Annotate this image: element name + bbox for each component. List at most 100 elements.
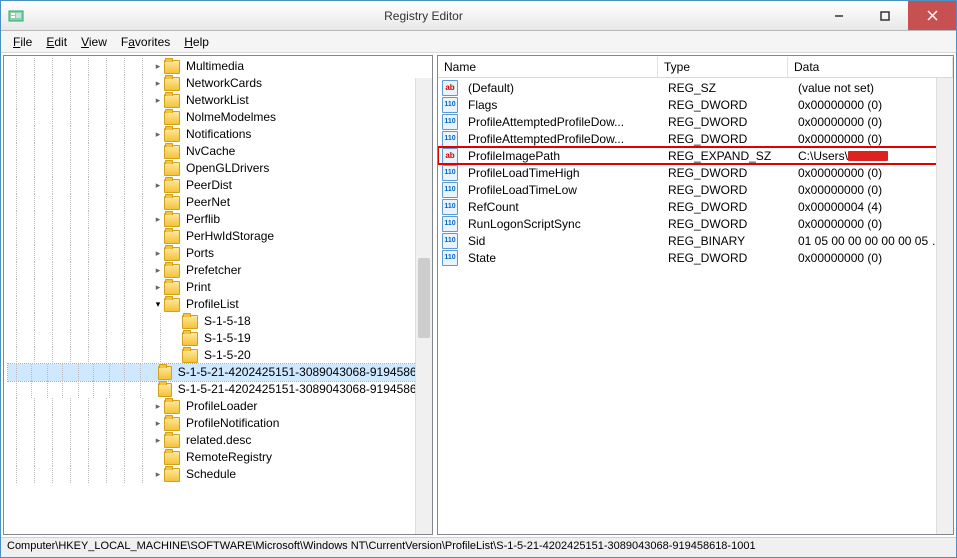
- value-row[interactable]: 110ProfileLoadTimeHighREG_DWORD0x0000000…: [438, 164, 953, 181]
- tree-item[interactable]: S-1-5-18: [8, 313, 432, 330]
- menubar: File Edit View Favorites Help: [1, 31, 956, 53]
- value-type: REG_EXPAND_SZ: [662, 149, 792, 163]
- folder-icon: [164, 111, 180, 125]
- expand-arrow-icon[interactable]: [152, 282, 164, 294]
- tree-item[interactable]: PerHwIdStorage: [8, 228, 432, 245]
- binary-value-icon: 110: [442, 114, 458, 130]
- expand-arrow-icon[interactable]: [152, 129, 164, 141]
- value-name: Sid: [462, 234, 662, 248]
- tree-item-label: Multimedia: [184, 58, 246, 75]
- value-name: RunLogonScriptSync: [462, 217, 662, 231]
- tree-item[interactable]: Perflib: [8, 211, 432, 228]
- value-data: 0x00000000 (0): [792, 166, 953, 180]
- col-data[interactable]: Data: [788, 57, 953, 77]
- minimize-button[interactable]: [816, 1, 862, 30]
- expand-arrow-icon: [152, 112, 164, 124]
- column-headers[interactable]: Name Type Data: [438, 56, 953, 78]
- tree-item[interactable]: Schedule: [8, 466, 432, 483]
- tree-item[interactable]: PeerNet: [8, 194, 432, 211]
- menu-favorites[interactable]: Favorites: [115, 33, 176, 51]
- value-type: REG_DWORD: [662, 98, 792, 112]
- expand-arrow-icon[interactable]: [152, 469, 164, 481]
- col-name[interactable]: Name: [438, 57, 658, 77]
- tree-item[interactable]: ProfileList: [8, 296, 432, 313]
- tree-item[interactable]: Ports: [8, 245, 432, 262]
- tree-item[interactable]: NetworkCards: [8, 75, 432, 92]
- tree-item[interactable]: PeerDist: [8, 177, 432, 194]
- tree-item[interactable]: S-1-5-21-4202425151-3089043068-919458618: [8, 381, 432, 398]
- tree-item-label: Ports: [184, 245, 216, 262]
- menu-edit[interactable]: Edit: [40, 33, 73, 51]
- tree-item[interactable]: S-1-5-19: [8, 330, 432, 347]
- expand-arrow-icon[interactable]: [152, 214, 164, 226]
- binary-value-icon: 110: [442, 233, 458, 249]
- value-row[interactable]: 110RefCountREG_DWORD0x00000004 (4): [438, 198, 953, 215]
- tree-item[interactable]: S-1-5-21-4202425151-3089043068-919458618: [8, 364, 432, 381]
- expand-arrow-icon[interactable]: [152, 95, 164, 107]
- menu-help[interactable]: Help: [178, 33, 215, 51]
- tree-item-label: PeerNet: [184, 194, 232, 211]
- folder-icon: [164, 468, 180, 482]
- tree-item[interactable]: ProfileNotification: [8, 415, 432, 432]
- tree-item[interactable]: Notifications: [8, 126, 432, 143]
- tree-pane[interactable]: MultimediaNetworkCardsNetworkListNolmeMo…: [3, 55, 433, 535]
- value-row[interactable]: 110StateREG_DWORD0x00000000 (0): [438, 249, 953, 266]
- value-name: ProfileAttemptedProfileDow...: [462, 132, 662, 146]
- tree-item[interactable]: Prefetcher: [8, 262, 432, 279]
- expand-arrow-icon[interactable]: [152, 265, 164, 277]
- value-row[interactable]: 110ProfileAttemptedProfileDow...REG_DWOR…: [438, 113, 953, 130]
- folder-icon: [164, 179, 180, 193]
- expand-arrow-icon[interactable]: [152, 61, 164, 73]
- tree-item[interactable]: OpenGLDrivers: [8, 160, 432, 177]
- close-button[interactable]: [908, 1, 956, 30]
- tree-item-label: Print: [184, 279, 213, 296]
- value-row[interactable]: 110ProfileLoadTimeLowREG_DWORD0x00000000…: [438, 181, 953, 198]
- tree-item-label: ProfileLoader: [184, 398, 259, 415]
- value-data: 01 05 00 00 00 00 00 05 15 00 00 00 3f: [792, 234, 953, 248]
- expand-arrow-icon[interactable]: [152, 435, 164, 447]
- expand-arrow-icon[interactable]: [152, 248, 164, 260]
- app-icon: [1, 8, 31, 24]
- value-row[interactable]: ab(Default)REG_SZ(value not set): [438, 79, 953, 96]
- expand-arrow-icon: [147, 384, 157, 396]
- expand-arrow-icon[interactable]: [152, 401, 164, 413]
- value-name: ProfileAttemptedProfileDow...: [462, 115, 662, 129]
- tree-item[interactable]: NetworkList: [8, 92, 432, 109]
- tree-item[interactable]: Print: [8, 279, 432, 296]
- tree-item-label: NetworkCards: [184, 75, 264, 92]
- tree-item-label: RemoteRegistry: [184, 449, 274, 466]
- expand-arrow-icon[interactable]: [152, 418, 164, 430]
- menu-view[interactable]: View: [75, 33, 113, 51]
- value-row[interactable]: 110FlagsREG_DWORD0x00000000 (0): [438, 96, 953, 113]
- value-row[interactable]: 110SidREG_BINARY01 05 00 00 00 00 00 05 …: [438, 232, 953, 249]
- tree-item[interactable]: Multimedia: [8, 58, 432, 75]
- titlebar[interactable]: Registry Editor: [1, 1, 956, 31]
- tree-item-label: OpenGLDrivers: [184, 160, 271, 177]
- folder-icon: [164, 145, 180, 159]
- tree-item-label: ProfileList: [184, 296, 241, 313]
- col-type[interactable]: Type: [658, 57, 788, 77]
- value-row[interactable]: abProfileImagePathREG_EXPAND_SZC:\Users\: [438, 147, 953, 164]
- expand-arrow-icon: [152, 231, 164, 243]
- tree-scrollbar[interactable]: [415, 78, 432, 534]
- tree-item[interactable]: related.desc: [8, 432, 432, 449]
- expand-arrow-icon[interactable]: [152, 299, 164, 311]
- value-type: REG_DWORD: [662, 200, 792, 214]
- tree-item[interactable]: NvCache: [8, 143, 432, 160]
- values-scrollbar[interactable]: [936, 78, 953, 534]
- tree-item[interactable]: ProfileLoader: [8, 398, 432, 415]
- binary-value-icon: 110: [442, 165, 458, 181]
- value-row[interactable]: 110RunLogonScriptSyncREG_DWORD0x00000000…: [438, 215, 953, 232]
- maximize-button[interactable]: [862, 1, 908, 30]
- expand-arrow-icon: [152, 197, 164, 209]
- expand-arrow-icon[interactable]: [152, 180, 164, 192]
- folder-icon: [164, 60, 180, 74]
- expand-arrow-icon[interactable]: [152, 78, 164, 90]
- value-data: C:\Users\: [792, 149, 953, 163]
- tree-item[interactable]: RemoteRegistry: [8, 449, 432, 466]
- tree-item[interactable]: S-1-5-20: [8, 347, 432, 364]
- values-pane[interactable]: Name Type Data ab(Default)REG_SZ(value n…: [437, 55, 954, 535]
- menu-file[interactable]: File: [7, 33, 38, 51]
- value-row[interactable]: 110ProfileAttemptedProfileDow...REG_DWOR…: [438, 130, 953, 147]
- tree-item[interactable]: NolmeModelmes: [8, 109, 432, 126]
